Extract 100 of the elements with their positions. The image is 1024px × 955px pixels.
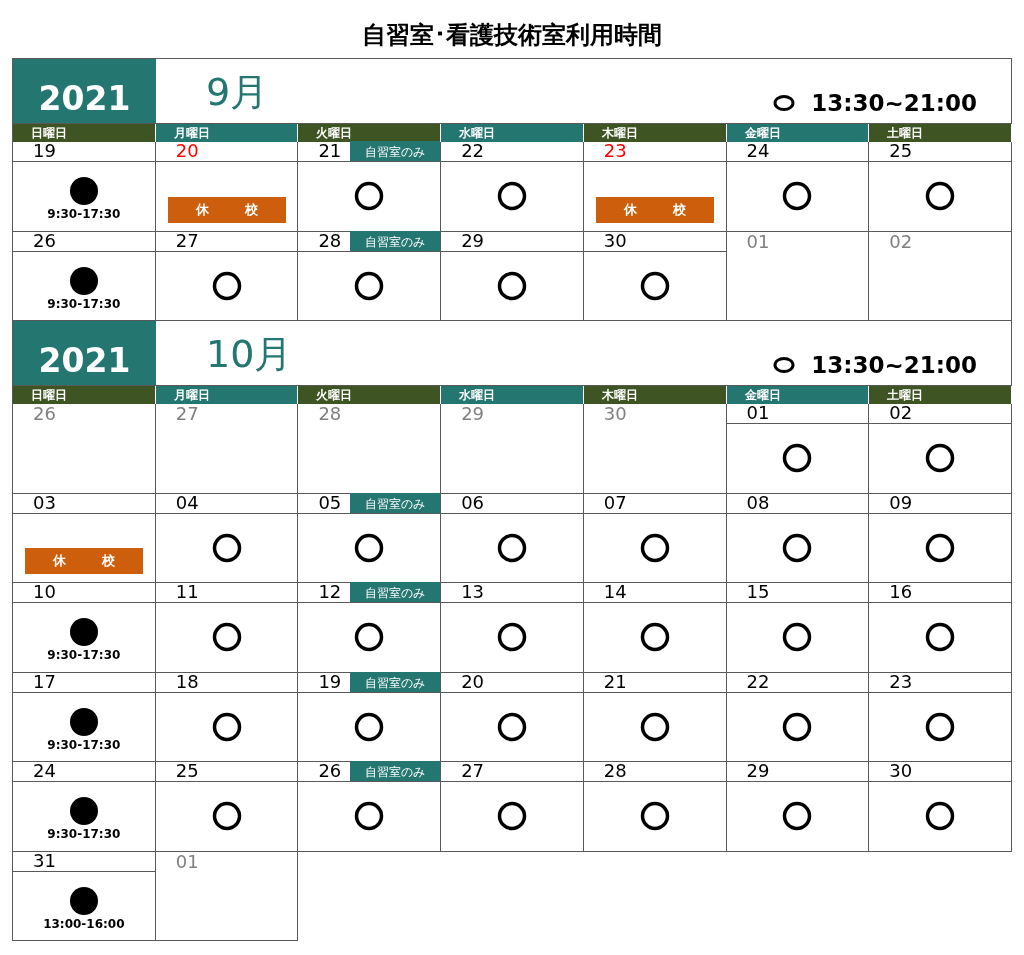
weekday-header: 木曜日 (583, 386, 727, 404)
hours-text: 9:30-17:30 (47, 207, 121, 222)
date-number: 21 (602, 671, 627, 692)
circle-icon (773, 95, 796, 111)
filled-circle-icon (69, 886, 98, 915)
hours-text: 13:00-16:00 (43, 916, 125, 931)
closed-text: 休 (195, 200, 209, 219)
date-number: 19 (317, 671, 342, 692)
circle-icon (782, 443, 813, 474)
circle-icon (497, 181, 527, 212)
weekday-header: 日曜日 (13, 386, 156, 404)
circle-icon (639, 711, 670, 742)
circle-icon (354, 270, 385, 301)
date-number: 27 (460, 761, 485, 781)
legend-hours: 13:30~21:00 (811, 351, 977, 379)
date-number: 30 (602, 230, 627, 251)
tag-label: 自習室のみ (350, 230, 441, 251)
circle-icon (782, 801, 813, 832)
filled-circle-icon (69, 266, 98, 295)
month-title: 9月 (206, 69, 269, 116)
weekday-header: 月曜日 (155, 386, 299, 404)
date-number: 02 (888, 403, 913, 423)
circle-icon (211, 801, 242, 832)
tag-label: 自習室のみ (350, 761, 441, 781)
date-number: 29 (745, 761, 770, 781)
date-number: 07 (602, 492, 627, 513)
date-number: 25 (888, 141, 913, 161)
date-number: 24 (745, 141, 770, 161)
date-number: 26 (32, 230, 56, 251)
circle-icon (782, 181, 813, 212)
date-number: 29 (460, 230, 485, 251)
legend-hours: 13:30~21:00 (811, 89, 977, 117)
circle-icon (639, 532, 670, 563)
circle-icon (497, 622, 527, 653)
circle-icon (211, 622, 242, 653)
date-number: 01 (174, 851, 199, 872)
filled-circle-icon (69, 177, 98, 206)
circle-icon (782, 532, 813, 563)
circle-icon (925, 532, 956, 563)
date-number: 25 (174, 761, 199, 781)
date-number: 11 (174, 582, 199, 602)
weekday-header: 土曜日 (869, 124, 1012, 142)
year-box: 2021 (13, 59, 156, 123)
circle-icon (211, 270, 242, 301)
circle-icon (497, 532, 527, 563)
date-number: 22 (745, 671, 770, 692)
filled-circle-icon (69, 797, 98, 826)
closed-text: 校 (101, 552, 115, 571)
date-number: 08 (745, 492, 770, 513)
date-number: 18 (174, 671, 199, 692)
date-number: 30 (888, 761, 913, 781)
filled-circle-icon (69, 618, 98, 647)
closed-text: 休 (623, 200, 637, 219)
weekday-header: 金曜日 (726, 386, 870, 404)
circle-icon (782, 711, 813, 742)
weekday-header: 日曜日 (13, 124, 156, 142)
closed-text: 休 (52, 552, 66, 571)
date-number: 12 (317, 582, 342, 602)
date-number: 28 (317, 230, 342, 251)
circle-icon (497, 801, 527, 832)
circle-icon (639, 270, 670, 301)
weekday-header: 木曜日 (583, 124, 727, 142)
hours-text: 9:30-17:30 (47, 648, 121, 663)
tag-label: 自習室のみ (350, 671, 441, 692)
weekday-header: 水曜日 (441, 124, 584, 142)
tag-label: 自習室のみ (350, 492, 441, 513)
date-number: 16 (888, 582, 913, 602)
date-number: 24 (32, 761, 56, 781)
weekday-header: 水曜日 (441, 386, 584, 404)
circle-icon (354, 622, 385, 653)
closed-text: 校 (672, 200, 686, 219)
date-number: 26 (32, 404, 56, 424)
month-title: 10月 (206, 331, 293, 378)
date-number: 17 (32, 671, 56, 692)
page-title: 自習室･看護技術室利用時間 (362, 20, 662, 51)
circle-icon (354, 801, 385, 832)
date-number: 23 (602, 141, 627, 161)
date-number: 20 (460, 671, 485, 692)
hours-text: 9:30-17:30 (47, 827, 121, 842)
date-number: 23 (888, 671, 913, 692)
date-number: 28 (602, 761, 627, 781)
date-number: 31 (32, 850, 56, 871)
date-number: 09 (888, 492, 913, 513)
circle-icon (925, 622, 956, 653)
date-number: 05 (317, 492, 342, 513)
date-number: 15 (745, 582, 770, 602)
date-number: 22 (460, 141, 485, 161)
hours-text: 9:30-17:30 (47, 737, 121, 752)
date-number: 02 (888, 231, 913, 252)
circle-icon (773, 357, 796, 373)
date-number: 04 (174, 492, 199, 513)
date-number: 10 (32, 582, 56, 602)
circle-icon (925, 443, 956, 474)
date-number: 01 (745, 403, 770, 423)
tag-label: 自習室のみ (350, 582, 441, 602)
circle-icon (925, 711, 956, 742)
hours-text: 9:30-17:30 (47, 296, 121, 311)
date-number: 21 (317, 141, 342, 161)
circle-icon (782, 622, 813, 653)
circle-icon (639, 801, 670, 832)
